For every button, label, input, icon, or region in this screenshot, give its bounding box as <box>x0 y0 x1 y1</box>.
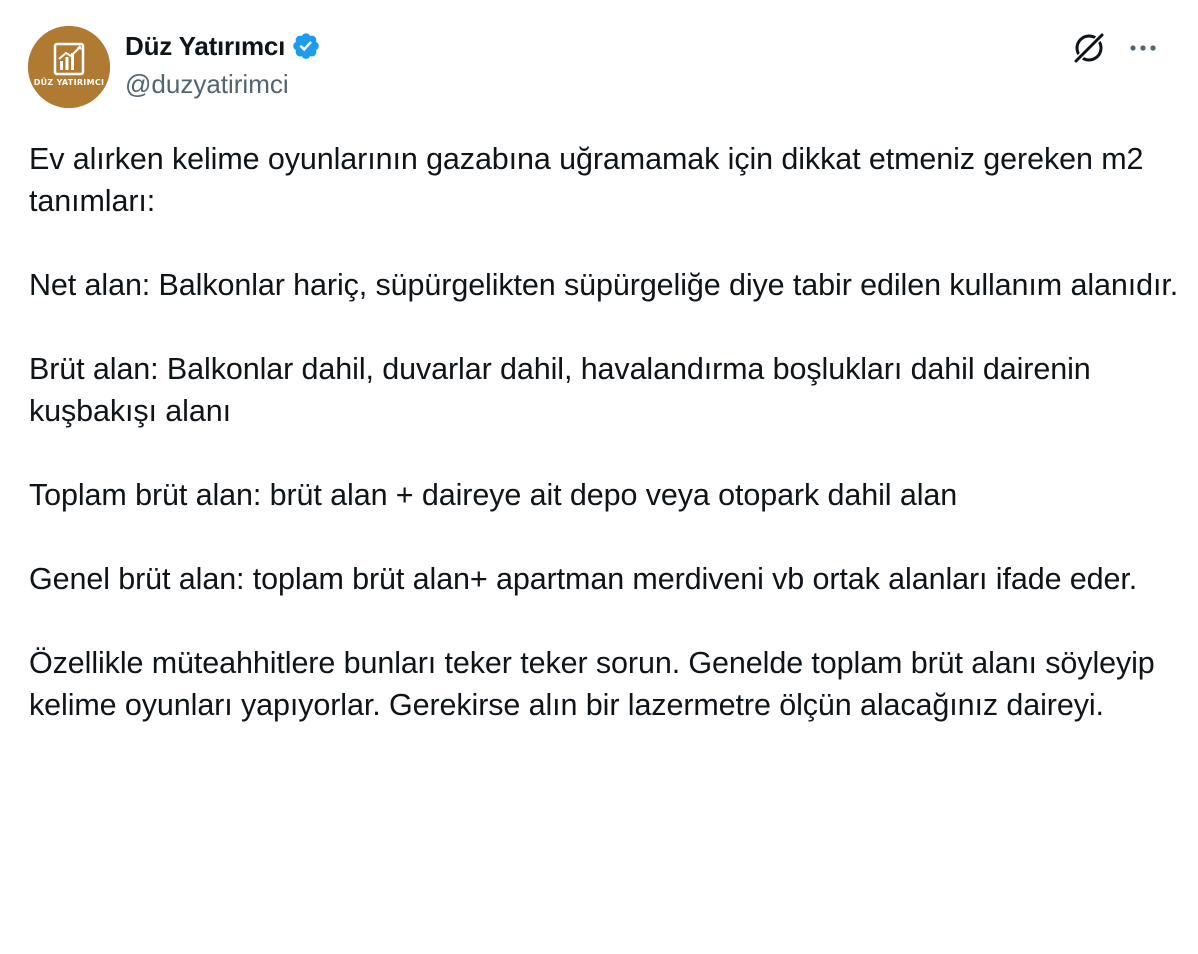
more-options-icon[interactable] <box>1125 33 1161 63</box>
author-display-name[interactable]: Düz Yatırımcı <box>125 31 285 62</box>
tweet-paragraph-brut-alan: Brüt alan: Balkonlar dahil, duvarlar dah… <box>29 352 1091 428</box>
author-name-row: Düz Yatırımcı <box>125 28 321 64</box>
chart-logo-icon <box>28 26 110 108</box>
tweet-header: DÜZ YATIRIMCI Düz Yatırımcı @duzyatirimc… <box>0 0 1198 130</box>
avatar-logo-text: DÜZ YATIRIMCI <box>33 78 105 87</box>
tweet-text: Ev alırken kelime oyunlarının gazabına u… <box>29 138 1179 726</box>
grok-icon[interactable] <box>1071 30 1107 66</box>
tweet-paragraph-net-alan: Net alan: Balkonlar hariç, süpürgelikten… <box>29 268 1179 302</box>
tweet-paragraph-toplam-brut-alan: Toplam brüt alan: brüt alan + daireye ai… <box>29 478 958 512</box>
tweet-paragraph-intro: Ev alırken kelime oyunlarının gazabına u… <box>29 142 1144 218</box>
tweet-paragraph-advice: Özellikle müteahhitlere bunları teker te… <box>29 646 1155 722</box>
verified-badge-icon[interactable] <box>291 31 321 61</box>
author-handle[interactable]: @duzyatirimci <box>125 69 289 100</box>
avatar[interactable]: DÜZ YATIRIMCI <box>28 26 110 108</box>
tweet-paragraph-genel-brut-alan: Genel brüt alan: toplam brüt alan+ apart… <box>29 562 1138 596</box>
